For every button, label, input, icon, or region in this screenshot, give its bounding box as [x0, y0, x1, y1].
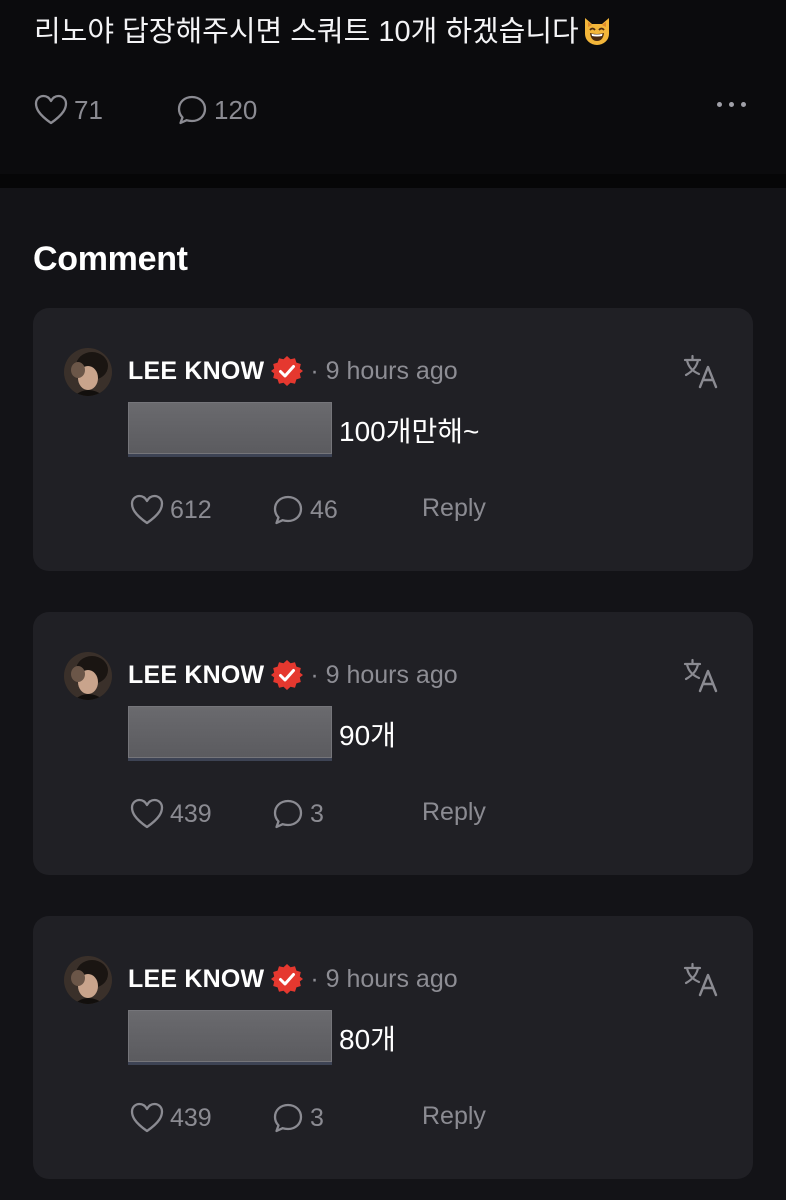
comment-bubble-icon — [273, 495, 303, 525]
comment-bubble-icon — [177, 95, 207, 125]
comment-replies-button[interactable]: 46 — [272, 488, 338, 532]
reply-button[interactable]: Reply — [422, 494, 486, 523]
comment-like-button[interactable]: 439 — [130, 792, 212, 836]
more-options-icon[interactable] — [717, 102, 746, 107]
comment-text: 90개 — [339, 720, 396, 751]
avatar[interactable] — [64, 956, 112, 1004]
post-actions: 71 120 — [34, 88, 754, 132]
section-divider — [0, 174, 786, 188]
comment-text: 80개 — [339, 1024, 396, 1055]
comment-bubble-icon — [273, 1103, 303, 1133]
post-like-button[interactable]: 71 — [34, 88, 103, 132]
post-comment-button[interactable]: 120 — [176, 88, 257, 132]
comment-reply-count: 46 — [310, 495, 338, 524]
translate-icon[interactable] — [683, 658, 719, 694]
redacted-mention — [128, 402, 332, 454]
comment-actions: 612 46 Reply — [130, 488, 630, 532]
verified-badge-icon — [271, 660, 304, 690]
avatar[interactable] — [64, 652, 112, 700]
post-area: 리노야 답장해주시면 스쿼트 10개 하겠습니다 71 120 — [0, 0, 786, 174]
comment-reply-count: 3 — [310, 1103, 324, 1132]
comment-actions: 439 3 Reply — [130, 792, 630, 836]
heart-icon — [130, 494, 164, 525]
redacted-mention — [128, 706, 332, 758]
reply-button[interactable]: Reply — [422, 798, 486, 827]
comment-card: LEE KNOW · 9 hours ago 80개 439 3 Reply — [33, 916, 753, 1179]
comment-bubble-icon — [273, 799, 303, 829]
avatar[interactable] — [64, 348, 112, 396]
post-text-content: 리노야 답장해주시면 스쿼트 10개 하겠습니다 — [34, 16, 579, 48]
comment-header: LEE KNOW · 9 hours ago — [128, 658, 458, 692]
comment-timestamp: · 9 hours ago — [310, 660, 458, 689]
author-name[interactable]: LEE KNOW — [128, 661, 264, 690]
comment-section-title: Comment — [33, 240, 188, 278]
comment-card: LEE KNOW · 9 hours ago 90개 439 3 Reply — [33, 612, 753, 875]
comment-header: LEE KNOW · 9 hours ago — [128, 962, 458, 996]
translate-icon[interactable] — [683, 962, 719, 998]
comment-replies-button[interactable]: 3 — [272, 792, 324, 836]
redacted-mention — [128, 1010, 332, 1062]
reply-button[interactable]: Reply — [422, 1102, 486, 1131]
comment-like-button[interactable]: 439 — [130, 1096, 212, 1140]
comment-like-count: 439 — [170, 799, 212, 828]
comment-card: LEE KNOW · 9 hours ago 100개만해~ 612 46 Re… — [33, 308, 753, 571]
author-name[interactable]: LEE KNOW — [128, 357, 264, 386]
comment-like-count: 439 — [170, 1103, 212, 1132]
translate-icon[interactable] — [683, 354, 719, 390]
comment-actions: 439 3 Reply — [130, 1096, 630, 1140]
comment-reply-count: 3 — [310, 799, 324, 828]
comment-text: 100개만해~ — [339, 416, 480, 447]
post-comment-count: 120 — [214, 94, 258, 125]
comment-timestamp: · 9 hours ago — [310, 964, 458, 993]
post-text: 리노야 답장해주시면 스쿼트 10개 하겠습니다 — [34, 12, 613, 52]
heart-icon — [34, 94, 68, 125]
verified-badge-icon — [271, 964, 304, 994]
comment-timestamp: · 9 hours ago — [310, 356, 458, 385]
comment-header: LEE KNOW · 9 hours ago — [128, 354, 458, 388]
comment-like-button[interactable]: 612 — [130, 488, 212, 532]
heart-icon — [130, 1102, 164, 1133]
grinning-cat-emoji-icon — [584, 18, 609, 45]
comment-like-count: 612 — [170, 495, 212, 524]
comment-replies-button[interactable]: 3 — [272, 1096, 324, 1140]
verified-badge-icon — [271, 356, 304, 386]
author-name[interactable]: LEE KNOW — [128, 965, 264, 994]
heart-icon — [130, 798, 164, 829]
post-like-count: 71 — [74, 94, 103, 125]
